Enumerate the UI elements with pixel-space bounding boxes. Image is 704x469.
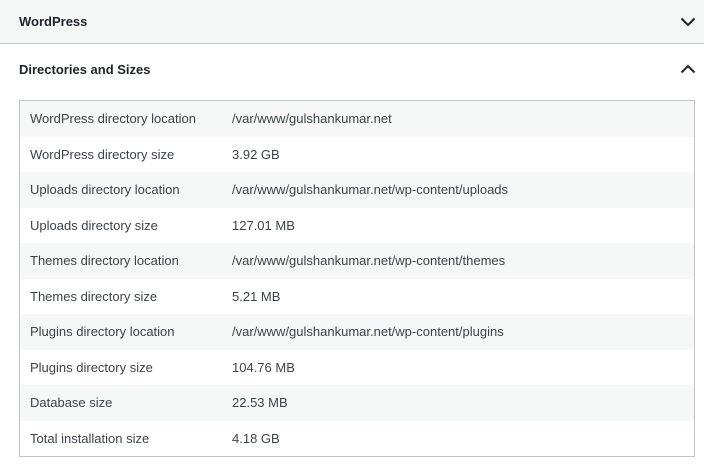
table-row: Database size 22.53 MB xyxy=(19,385,695,421)
row-value: 127.01 MB xyxy=(232,217,295,233)
chevron-up-icon[interactable] xyxy=(680,61,696,77)
row-value: /var/www/gulshankumar.net xyxy=(222,100,695,137)
directories-panel: WordPress directory location /var/www/gu… xyxy=(0,93,704,469)
row-value: /var/www/gulshankumar.net/wp-content/plu… xyxy=(222,314,695,350)
row-value: 104.76 MB xyxy=(232,359,295,375)
table-row: Plugins directory location /var/www/guls… xyxy=(19,314,695,350)
table-row: WordPress directory size 3.92 GB xyxy=(20,137,695,173)
row-value: /var/www/gulshankumar.net/wp-content/upl… xyxy=(222,172,695,208)
row-label: Uploads directory location xyxy=(19,172,222,208)
row-value: /var/www/gulshankumar.net/wp-content/the… xyxy=(222,243,695,279)
row-value: 3.92 GB xyxy=(232,146,280,162)
directories-section-title: Directories and Sizes xyxy=(19,62,151,77)
row-label: Themes directory location xyxy=(19,243,222,279)
row-value: 5.21 MB xyxy=(232,288,281,304)
row-label: Uploads directory size xyxy=(30,217,158,233)
directories-table: WordPress directory location /var/www/gu… xyxy=(19,100,695,457)
row-value: 4.18 GB xyxy=(232,430,280,446)
row-label: Database size xyxy=(19,385,222,421)
row-label: Themes directory size xyxy=(30,288,158,304)
table-row: Themes directory size 5.21 MB xyxy=(20,279,695,315)
row-label: Plugins directory size xyxy=(30,359,153,375)
wordpress-section-title: WordPress xyxy=(19,14,88,29)
row-label: Plugins directory location xyxy=(19,314,222,350)
row-label: WordPress directory size xyxy=(30,146,175,162)
table-row: Uploads directory location /var/www/guls… xyxy=(19,172,695,208)
table-row: Total installation size 4.18 GB xyxy=(20,421,695,457)
table-row: Themes directory location /var/www/gulsh… xyxy=(19,243,695,279)
row-value: 22.53 MB xyxy=(222,385,695,421)
wordpress-section-toggle[interactable]: WordPress xyxy=(0,0,704,44)
chevron-down-icon[interactable] xyxy=(680,14,696,30)
row-label: WordPress directory location xyxy=(19,100,222,137)
table-row: Uploads directory size 127.01 MB xyxy=(20,208,695,244)
table-row: Plugins directory size 104.76 MB xyxy=(20,350,695,386)
directories-section-toggle[interactable]: Directories and Sizes xyxy=(0,44,704,93)
table-row: WordPress directory location /var/www/gu… xyxy=(19,100,695,137)
row-label: Total installation size xyxy=(30,430,150,446)
